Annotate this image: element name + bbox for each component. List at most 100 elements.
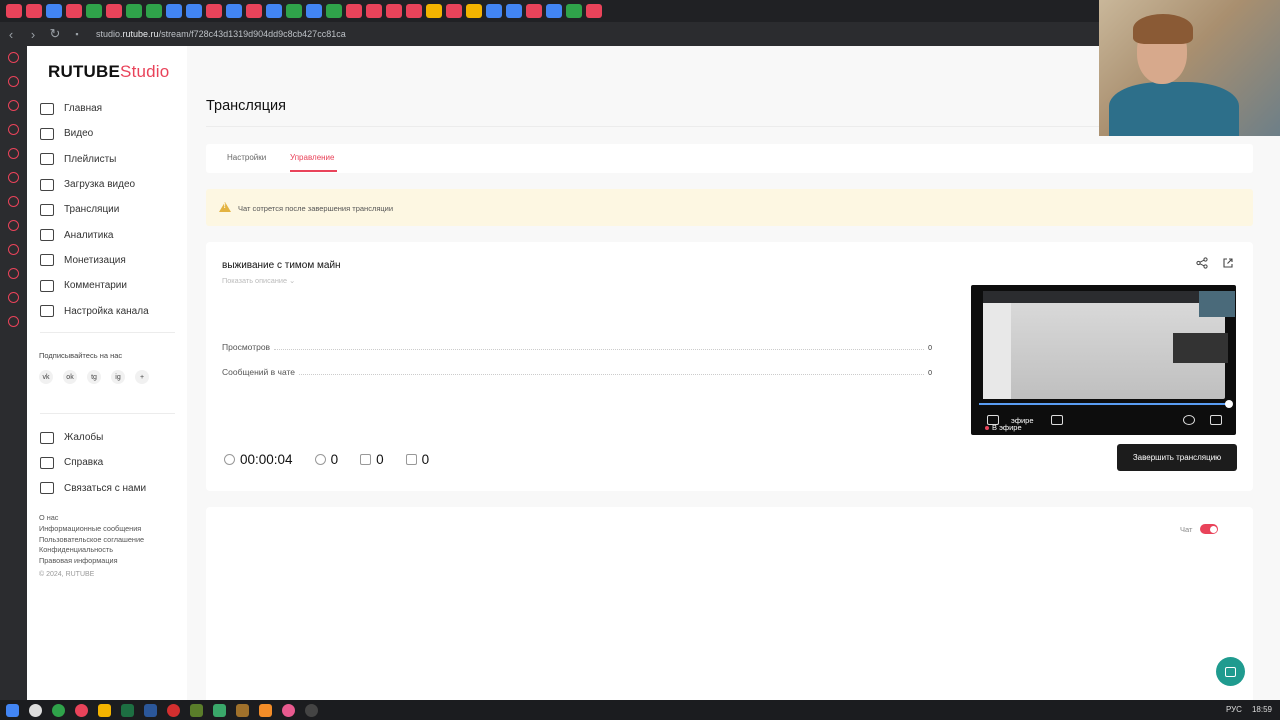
side-panel-icon[interactable] xyxy=(8,220,19,231)
gear-icon[interactable] xyxy=(1183,415,1195,425)
browser-tab[interactable] xyxy=(466,4,482,18)
folder-icon[interactable] xyxy=(98,703,111,717)
yandex-icon[interactable] xyxy=(75,703,88,717)
browser-tab[interactable] xyxy=(106,4,122,18)
side-panel-icon[interactable] xyxy=(8,100,19,111)
word-icon[interactable] xyxy=(144,703,157,717)
sidebar-item-contact[interactable]: Связаться с нами xyxy=(40,476,190,501)
end-stream-button[interactable]: Завершить трансляцию xyxy=(1117,444,1237,471)
side-panel-icon[interactable] xyxy=(8,244,19,255)
stream-preview-player[interactable]: эфире В эфире xyxy=(971,285,1236,435)
side-panel-icon[interactable] xyxy=(8,124,19,135)
instagram-icon[interactable]: ig xyxy=(111,370,125,384)
sidebar-item-broadcasts[interactable]: Трансляции xyxy=(40,197,190,222)
browser-tab[interactable] xyxy=(566,4,582,18)
browser-tab[interactable] xyxy=(546,4,562,18)
share-icon[interactable] xyxy=(1196,257,1208,269)
sidebar-item-analytics[interactable]: Аналитика xyxy=(40,222,190,247)
browser-tab[interactable] xyxy=(126,4,142,18)
side-panel-icon[interactable] xyxy=(8,196,19,207)
side-panel-icon[interactable] xyxy=(8,76,19,87)
sidebar-item-playlists[interactable]: Плейлисты xyxy=(40,147,190,172)
side-panel-icon[interactable] xyxy=(8,52,19,63)
chat-toggle[interactable] xyxy=(1200,524,1218,534)
sidebar-item-channel-settings[interactable]: Настройка канала xyxy=(40,298,190,323)
sidebar-item-comments[interactable]: Комментарии xyxy=(40,273,190,298)
browser-tab[interactable] xyxy=(246,4,262,18)
open-external-icon[interactable] xyxy=(1222,257,1234,269)
browser-tab[interactable] xyxy=(526,4,542,18)
browser-tab[interactable] xyxy=(406,4,422,18)
sidebar-item-monetization[interactable]: Монетизация xyxy=(40,248,190,273)
browser-tab[interactable] xyxy=(146,4,162,18)
sidebar-item-home[interactable]: Главная xyxy=(40,96,190,121)
sidebar-item-upload[interactable]: Загрузка видео xyxy=(40,172,190,197)
search-icon[interactable] xyxy=(29,703,42,717)
browser-tab[interactable] xyxy=(386,4,402,18)
opera-icon[interactable] xyxy=(167,703,180,717)
forward-icon[interactable]: › xyxy=(22,27,44,42)
volume-icon[interactable] xyxy=(1051,415,1063,425)
side-panel-icon[interactable] xyxy=(8,148,19,159)
sidebar-item-video[interactable]: Видео xyxy=(40,121,190,146)
footer-link-info[interactable]: Информационные сообщения xyxy=(39,524,144,535)
browser-tab[interactable] xyxy=(46,4,62,18)
ok-icon[interactable]: ok xyxy=(63,370,77,384)
side-panel-icon[interactable] xyxy=(8,292,19,303)
browser-tab[interactable] xyxy=(166,4,182,18)
app-icon[interactable] xyxy=(236,703,249,717)
chat-card: Чат xyxy=(206,507,1253,700)
tray-language[interactable]: РУС xyxy=(1226,705,1242,714)
browser-tab[interactable] xyxy=(306,4,322,18)
vk-icon[interactable]: vk xyxy=(39,370,53,384)
browser-tab[interactable] xyxy=(446,4,462,18)
tray-clock[interactable]: 18:59 xyxy=(1252,705,1272,714)
footer-link-legal[interactable]: Правовая информация xyxy=(39,556,144,567)
browser-tab[interactable] xyxy=(186,4,202,18)
app-icon[interactable] xyxy=(282,703,295,717)
browser-tab[interactable] xyxy=(346,4,362,18)
browser-tab[interactable] xyxy=(226,4,242,18)
rutube-studio-logo[interactable]: RUTUBEStudio xyxy=(48,62,169,82)
browser-tab[interactable] xyxy=(586,4,602,18)
sidebar-item-complaints[interactable]: Жалобы xyxy=(40,425,190,450)
tab-settings[interactable]: Настройки xyxy=(227,153,266,162)
browser-tab[interactable] xyxy=(486,4,502,18)
app-icon[interactable] xyxy=(259,703,272,717)
browser-tab[interactable] xyxy=(26,4,42,18)
chrome-icon[interactable] xyxy=(52,703,65,717)
obs-icon[interactable] xyxy=(305,703,318,717)
show-description-link[interactable]: Показать описание ⌄ xyxy=(222,276,295,285)
minecraft-icon[interactable] xyxy=(190,703,203,717)
browser-tab[interactable] xyxy=(266,4,282,18)
reload-icon[interactable]: ↻ xyxy=(44,26,66,42)
sidebar-item-help[interactable]: Справка xyxy=(40,450,190,475)
browser-tab[interactable] xyxy=(326,4,342,18)
browser-tab[interactable] xyxy=(366,4,382,18)
footer-link-privacy[interactable]: Конфиденциальность xyxy=(39,545,144,556)
start-icon[interactable] xyxy=(6,703,19,717)
browser-tab[interactable] xyxy=(66,4,82,18)
player-progress-bar[interactable] xyxy=(979,403,1229,405)
support-chat-button[interactable] xyxy=(1216,657,1245,686)
footer-link-about[interactable]: О нас xyxy=(39,513,144,524)
browser-tab[interactable] xyxy=(6,4,22,18)
browser-tab[interactable] xyxy=(206,4,222,18)
footer-link-terms[interactable]: Пользовательское соглашение xyxy=(39,535,144,546)
back-icon[interactable]: ‹ xyxy=(0,27,22,42)
side-panel-icon[interactable] xyxy=(8,268,19,279)
side-panel-icon[interactable] xyxy=(8,172,19,183)
fullscreen-icon[interactable] xyxy=(1210,415,1222,425)
browser-tab[interactable] xyxy=(286,4,302,18)
side-panel-icon[interactable] xyxy=(8,316,19,327)
telegram-icon[interactable]: tg xyxy=(87,370,101,384)
browser-tab[interactable] xyxy=(426,4,442,18)
url-field[interactable]: studio.rutube.ru/stream/f728c43d1319d904… xyxy=(96,29,346,39)
browser-tab[interactable] xyxy=(86,4,102,18)
tab-management[interactable]: Управление xyxy=(290,153,334,162)
browser-tab[interactable] xyxy=(506,4,522,18)
player-progress-knob[interactable] xyxy=(1225,400,1233,408)
excel-icon[interactable] xyxy=(121,703,134,717)
app-icon[interactable] xyxy=(213,703,226,717)
more-social-icon[interactable]: + xyxy=(135,370,149,384)
